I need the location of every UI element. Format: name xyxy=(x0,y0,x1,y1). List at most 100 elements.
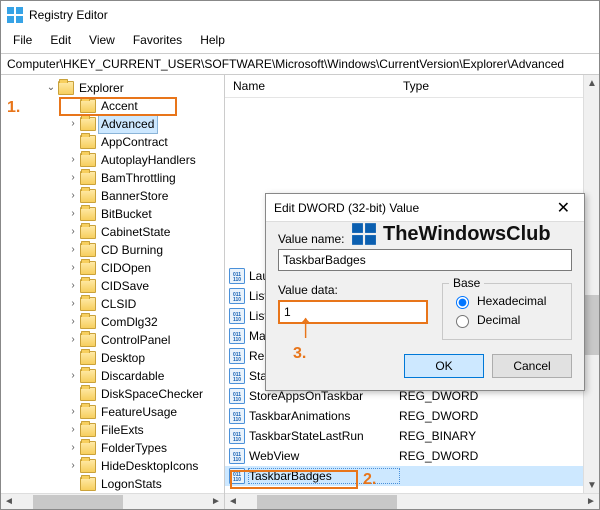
tree-node-bitbucket[interactable]: ›BitBucket xyxy=(67,205,224,223)
expand-icon[interactable]: › xyxy=(67,367,79,385)
expand-icon[interactable]: › xyxy=(67,457,79,475)
dialog-titlebar: Edit DWORD (32-bit) Value ✕ xyxy=(266,194,584,222)
arrow-right-icon[interactable]: ► xyxy=(208,494,224,510)
expand-icon[interactable]: › xyxy=(67,187,79,205)
tree-node-accent[interactable]: Accent xyxy=(67,97,224,115)
tree-node-featureusage[interactable]: ›FeatureUsage xyxy=(67,403,224,421)
tree-node-discardable[interactable]: › Discardable xyxy=(67,367,224,385)
cancel-button[interactable]: Cancel xyxy=(492,354,572,378)
tree-label: CLSID xyxy=(99,295,139,313)
tree-scrollbar-h[interactable]: ◄ ► xyxy=(1,493,224,509)
value-name-field[interactable] xyxy=(278,249,572,271)
column-header-name[interactable]: Name xyxy=(225,75,395,97)
radio-decimal[interactable]: Decimal xyxy=(451,312,563,328)
callout-3-arrow: ↑ xyxy=(297,309,314,343)
tree-node-desktop[interactable]: Desktop xyxy=(67,349,224,367)
arrow-right-icon[interactable]: ► xyxy=(583,494,599,510)
list-scrollbar-v[interactable]: ▲ ▼ xyxy=(583,75,599,493)
tree-label: ControlPanel xyxy=(99,331,173,349)
value-name: WebView xyxy=(249,449,399,463)
svg-text:011110: 011110 xyxy=(233,472,241,483)
tree-label: CIDOpen xyxy=(99,259,154,277)
value-row-taskbaranimations[interactable]: 011110TaskbarAnimationsREG_DWORD xyxy=(225,406,599,426)
tree-node-clsid[interactable]: › CLSID xyxy=(67,295,224,313)
tree-node-advanced[interactable]: › Advanced xyxy=(67,115,224,133)
regedit-icon xyxy=(7,7,23,23)
value-row-taskbarstatelastrun[interactable]: 011110TaskbarStateLastRunREG_BINARY xyxy=(225,426,599,446)
expand-icon[interactable]: › xyxy=(67,439,79,457)
tree-node-cabinetstate[interactable]: › CabinetState xyxy=(67,223,224,241)
tree-node-foldertypes[interactable]: ›FolderTypes xyxy=(67,439,224,457)
arrow-up-icon[interactable]: ▲ xyxy=(584,75,599,91)
tree-label: HideDesktopIcons xyxy=(99,457,201,475)
svg-text:011110: 011110 xyxy=(233,412,241,423)
callout-1-label: 1. xyxy=(7,99,20,117)
collapse-icon[interactable]: ⌄ xyxy=(45,79,57,97)
tree-label: Accent xyxy=(99,97,141,115)
menu-help[interactable]: Help xyxy=(192,31,233,49)
expand-icon[interactable]: › xyxy=(67,259,79,277)
expand-icon[interactable]: › xyxy=(67,277,79,295)
svg-text:011110: 011110 xyxy=(233,272,241,283)
tree-label: Discardable xyxy=(99,367,167,385)
arrow-left-icon[interactable]: ◄ xyxy=(1,494,17,510)
tree-node-cd-burning[interactable]: ›CD Burning xyxy=(67,241,224,259)
arrow-down-icon[interactable]: ▼ xyxy=(584,477,599,493)
value-row-taskbarbadges[interactable]: 011110TaskbarBadges xyxy=(225,466,599,486)
radio-dec-input[interactable] xyxy=(456,315,469,328)
svg-text:011110: 011110 xyxy=(233,352,241,363)
menu-view[interactable]: View xyxy=(81,31,123,49)
reg-dword-icon: 011110 xyxy=(229,468,245,484)
base-group: Base Hexadecimal Decimal xyxy=(442,283,572,340)
expand-icon[interactable]: › xyxy=(67,403,79,421)
tree-node-comdlg32[interactable]: ›ComDlg32 xyxy=(67,313,224,331)
expand-icon[interactable]: › xyxy=(67,115,79,133)
folder-icon xyxy=(80,243,96,257)
scroll-thumb[interactable] xyxy=(585,295,599,355)
tree-node-bamthrottling[interactable]: ›BamThrottling xyxy=(67,169,224,187)
folder-icon xyxy=(80,171,96,185)
expand-icon[interactable]: › xyxy=(67,205,79,223)
expand-icon[interactable]: › xyxy=(67,223,79,241)
tree-node-cidsave[interactable]: ›CIDSave xyxy=(67,277,224,295)
menu-edit[interactable]: Edit xyxy=(42,31,79,49)
value-row-webview[interactable]: 011110WebViewREG_DWORD xyxy=(225,446,599,466)
column-header-type[interactable]: Type xyxy=(395,75,599,97)
tree-node-bannerstore[interactable]: ›BannerStore xyxy=(67,187,224,205)
expand-icon[interactable]: › xyxy=(67,241,79,259)
svg-text:011110: 011110 xyxy=(233,432,241,443)
tree-node-autoplayhandlers[interactable]: ›AutoplayHandlers xyxy=(67,151,224,169)
tree-node-logonstats[interactable]: LogonStats xyxy=(67,475,224,493)
tree-pane: ⌄ Explorer Accent › AdvancedAppContract›Au… xyxy=(1,75,225,509)
list-scrollbar-h[interactable]: ◄ ► xyxy=(225,493,599,509)
tree-node-diskspacechecker[interactable]: DiskSpaceChecker xyxy=(67,385,224,403)
tree-node-cidopen[interactable]: › CIDOpen xyxy=(67,259,224,277)
arrow-left-icon[interactable]: ◄ xyxy=(225,494,241,510)
close-icon[interactable]: ✕ xyxy=(551,198,576,218)
base-legend: Base xyxy=(449,276,484,290)
radio-hexadecimal[interactable]: Hexadecimal xyxy=(451,293,563,309)
expand-icon[interactable]: › xyxy=(67,313,79,331)
expand-icon[interactable]: › xyxy=(67,151,79,169)
folder-icon xyxy=(80,477,96,491)
tree-node-fileexts[interactable]: ›FileExts xyxy=(67,421,224,439)
scroll-thumb[interactable] xyxy=(33,495,123,509)
tree-node-appcontract[interactable]: AppContract xyxy=(67,133,224,151)
tree-label: Advanced xyxy=(99,115,157,133)
expand-icon[interactable]: › xyxy=(67,295,79,313)
ok-button[interactable]: OK xyxy=(404,354,484,378)
folder-icon xyxy=(80,279,96,293)
tree-node-hidedesktopicons[interactable]: › HideDesktopIcons xyxy=(67,457,224,475)
menu-favorites[interactable]: Favorites xyxy=(125,31,190,49)
radio-hex-input[interactable] xyxy=(456,296,469,309)
menu-file[interactable]: File xyxy=(5,31,40,49)
expand-icon[interactable]: › xyxy=(67,331,79,349)
tree-node-controlpanel[interactable]: › ControlPanel xyxy=(67,331,224,349)
folder-icon xyxy=(80,315,96,329)
tree-label: CabinetState xyxy=(99,223,173,241)
expand-icon[interactable]: › xyxy=(67,421,79,439)
expand-icon[interactable]: › xyxy=(67,169,79,187)
tree-node-explorer[interactable]: ⌄ Explorer xyxy=(21,79,224,97)
scroll-thumb[interactable] xyxy=(257,495,397,509)
address-bar[interactable]: Computer\HKEY_CURRENT_USER\SOFTWARE\Micr… xyxy=(1,53,599,75)
